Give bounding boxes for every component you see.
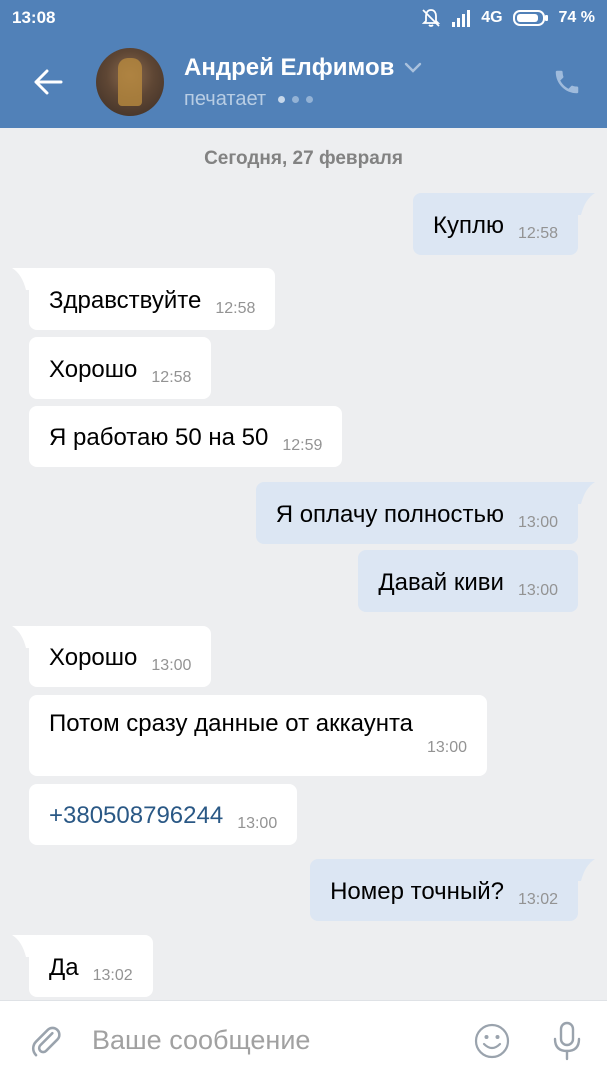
message-time: 12:58 [215, 300, 256, 317]
status-icons: 4G 74 % [421, 8, 595, 28]
voice-message-button[interactable] [527, 1001, 607, 1080]
avatar[interactable] [96, 48, 164, 116]
muted-bell-icon [421, 8, 441, 28]
message-time: 13:00 [237, 815, 278, 832]
message-text: Хорошо [49, 644, 138, 671]
date-separator: Сегодня, 27 февраля [204, 148, 403, 169]
network-type: 4G [481, 9, 503, 26]
message-text: Хорошо [49, 356, 138, 383]
message-time: 13:00 [517, 514, 558, 531]
message-incoming[interactable]: Здравствуйте 12:58 [29, 268, 276, 330]
attach-button[interactable] [0, 1001, 92, 1080]
phone-link[interactable]: +380508796244 [49, 801, 223, 845]
message-time: 12:59 [282, 437, 323, 454]
message-incoming[interactable]: Потом сразу данные от аккаунта 13:00 [29, 695, 487, 776]
message-time: 13:00 [151, 657, 192, 674]
message-incoming[interactable]: Хорошо 13:00 [29, 626, 212, 687]
message-incoming[interactable]: Да 13:02 [29, 935, 153, 997]
message-time: 13:02 [517, 891, 558, 908]
message-outgoing[interactable]: Я оплачу полностью 13:00 [255, 482, 578, 544]
peer-name: Андрей Елфимов [184, 53, 395, 81]
message-outgoing[interactable]: Номер точный? 13:02 [310, 859, 578, 921]
message-list[interactable]: Сегодня, 27 февраля Куплю 12:58 Здравств… [0, 128, 607, 1000]
message-text: Куплю [432, 212, 504, 239]
message-text: Номер точный? [330, 878, 504, 905]
message-text: Я работаю 50 на 50 [49, 424, 269, 451]
message-time: 12:58 [517, 225, 558, 242]
typing-indicator-icon [278, 95, 314, 103]
status-bar: 13:08 4G 74 % [0, 0, 607, 36]
battery-icon [512, 9, 549, 27]
message-outgoing[interactable]: Куплю 12:58 [412, 193, 578, 255]
peer-status: печатает [184, 87, 267, 110]
chat-screen: 13:08 4G 74 % Андрей Елфимов печатает Се… [0, 0, 607, 1080]
message-incoming[interactable]: Я работаю 50 на 50 12:59 [29, 406, 343, 467]
message-incoming[interactable]: +380508796244 13:00 [29, 784, 298, 845]
back-button[interactable] [0, 36, 96, 128]
message-time: 13:00 [517, 582, 558, 599]
chevron-down-icon [405, 62, 422, 73]
message-input[interactable] [92, 1025, 457, 1056]
phone-icon [555, 70, 579, 94]
smiley-icon [474, 1023, 510, 1058]
message-time: 13:00 [426, 739, 467, 756]
message-time: 13:02 [92, 967, 133, 984]
message-text: Да [49, 954, 79, 981]
peer-info[interactable]: Андрей Елфимов печатает [184, 54, 527, 111]
status-time: 13:08 [12, 8, 56, 27]
call-button[interactable] [527, 36, 607, 128]
emoji-button[interactable] [457, 1001, 527, 1080]
message-incoming[interactable]: Хорошо 12:58 [29, 337, 212, 399]
message-text: Потом сразу данные от аккаунта [49, 710, 414, 737]
message-time: 12:58 [151, 369, 192, 386]
message-text: Давай киви [378, 569, 504, 596]
arrow-left-icon [34, 69, 63, 95]
message-outgoing[interactable]: Давай киви 13:00 [358, 550, 578, 612]
signal-icon [451, 9, 471, 27]
paperclip-icon [31, 1026, 61, 1056]
message-text: Я оплачу полностью [275, 501, 504, 528]
battery-level: 74 % [558, 9, 595, 26]
chat-header: Андрей Елфимов печатает [0, 36, 607, 128]
microphone-icon [553, 1021, 581, 1060]
message-text: Здравствуйте [49, 287, 202, 314]
message-composer [0, 1000, 607, 1080]
